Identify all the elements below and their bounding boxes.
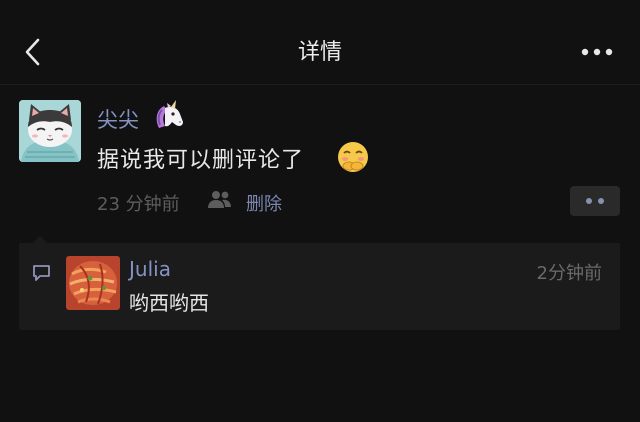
two-dots-icon (586, 198, 592, 204)
people-icon (207, 189, 233, 211)
author-name[interactable]: 尖尖 (97, 104, 139, 134)
post-timestamp: 23 分钟前 (97, 194, 180, 215)
page-title: 详情 (297, 40, 342, 65)
author-avatar[interactable] (19, 100, 81, 162)
comment-bubble-icon (31, 263, 53, 283)
comment-author-name[interactable]: Julia (129, 257, 171, 281)
unicorn-icon (152, 100, 186, 132)
more-dots-icon (581, 48, 613, 56)
more-button[interactable] (576, 38, 620, 66)
comments-pointer (33, 236, 47, 243)
two-dots-icon (598, 198, 604, 204)
post-text: 据说我可以删评论了 (97, 148, 305, 173)
header-divider (0, 84, 640, 85)
delete-button[interactable]: 删除 (246, 190, 282, 216)
smirk-face-icon (336, 140, 370, 174)
cat-avatar-image (19, 100, 81, 162)
food-avatar-image (66, 256, 120, 310)
comment-author-avatar[interactable] (66, 256, 120, 310)
comment-timestamp: 2分钟前 (536, 263, 602, 284)
top-bar: 详情 (0, 0, 640, 86)
comment-like-button[interactable] (570, 186, 620, 216)
detail-screen: 详情 尖尖 据说我可以删评论了 23 分钟前 删除 Julia 2分钟前 哟西哟… (0, 0, 640, 422)
comment-text: 哟西哟西 (129, 291, 209, 315)
